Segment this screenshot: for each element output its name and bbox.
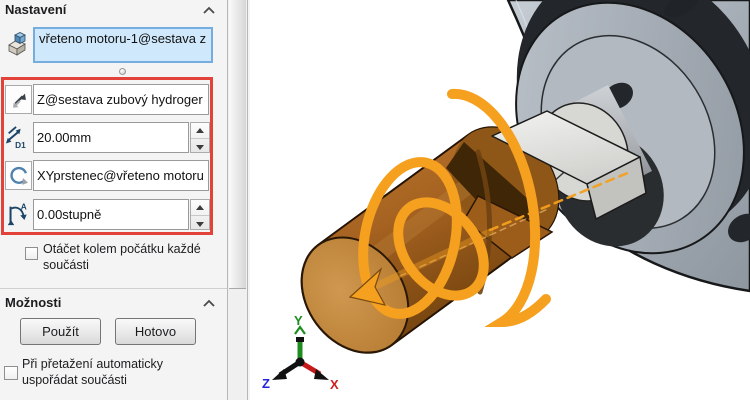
section-divider	[0, 288, 227, 289]
rotate-circular-arrow-icon	[9, 166, 28, 185]
svg-text:A: A	[21, 202, 27, 211]
property-manager-content: Nastavení vřeteno motoru-1@sestava z Z@s…	[0, 0, 227, 400]
cad-scene: Y Z X	[262, 0, 750, 392]
section-header-settings: Nastavení	[0, 0, 227, 20]
spinner-up-button[interactable]	[191, 123, 209, 138]
spinner-down-button[interactable]	[191, 137, 209, 153]
apply-button[interactable]: Použít	[20, 318, 101, 345]
rotate-about-origin-label: Otáčet kolem počátku každé součásti	[43, 242, 201, 272]
spinner-down-button[interactable]	[191, 214, 209, 230]
section-title-settings: Nastavení	[5, 2, 67, 17]
triad-y-label: Y	[294, 313, 303, 328]
angle-icon-box: A	[4, 201, 30, 228]
graphics-viewport[interactable]: Y Z X	[250, 0, 750, 400]
rotate-reference-input[interactable]	[33, 160, 209, 191]
auto-arrange-label: Při přetažení automaticky uspořádat souč…	[22, 357, 164, 387]
solidworks-move-component-ui: Nastavení vřeteno motoru-1@sestava z Z@s…	[0, 0, 750, 400]
distance-d1-icon: D1	[5, 126, 26, 150]
collapse-chevron-icon[interactable]	[202, 299, 216, 308]
triad-z-label: Z	[262, 376, 270, 391]
component-selection-box[interactable]: vřeteno motoru-1@sestava z	[33, 27, 213, 63]
rotate-axis-icon-box	[5, 161, 32, 190]
svg-text:D1: D1	[15, 140, 26, 150]
collapse-chevron-icon[interactable]	[202, 6, 216, 15]
translate-reference-input[interactable]	[33, 84, 209, 115]
triad-x-label: X	[330, 377, 339, 392]
spinner-up-button[interactable]	[191, 200, 209, 215]
distance-icon-box: D1	[4, 124, 30, 151]
angle-input[interactable]	[33, 199, 189, 230]
section-header-options: Možnosti	[0, 293, 227, 313]
panel-resize-handle[interactable]	[119, 68, 126, 75]
distance-spinner	[190, 122, 210, 153]
panel-scrollbar-thumb[interactable]	[229, 0, 246, 289]
rotate-about-origin-checkbox[interactable]	[25, 247, 38, 260]
property-manager-panel: Nastavení vřeteno motoru-1@sestava z Z@s…	[0, 0, 250, 400]
translate-arrow-icon	[12, 93, 26, 108]
distance-input[interactable]	[33, 122, 189, 153]
done-button[interactable]: Hotovo	[115, 318, 196, 345]
component-icon	[8, 32, 26, 56]
section-title-options: Možnosti	[5, 295, 62, 310]
angle-spinner	[190, 199, 210, 230]
auto-arrange-checkbox[interactable]	[4, 366, 18, 380]
translate-direction-icon-box	[5, 85, 32, 114]
angle-icon: A	[7, 202, 27, 226]
